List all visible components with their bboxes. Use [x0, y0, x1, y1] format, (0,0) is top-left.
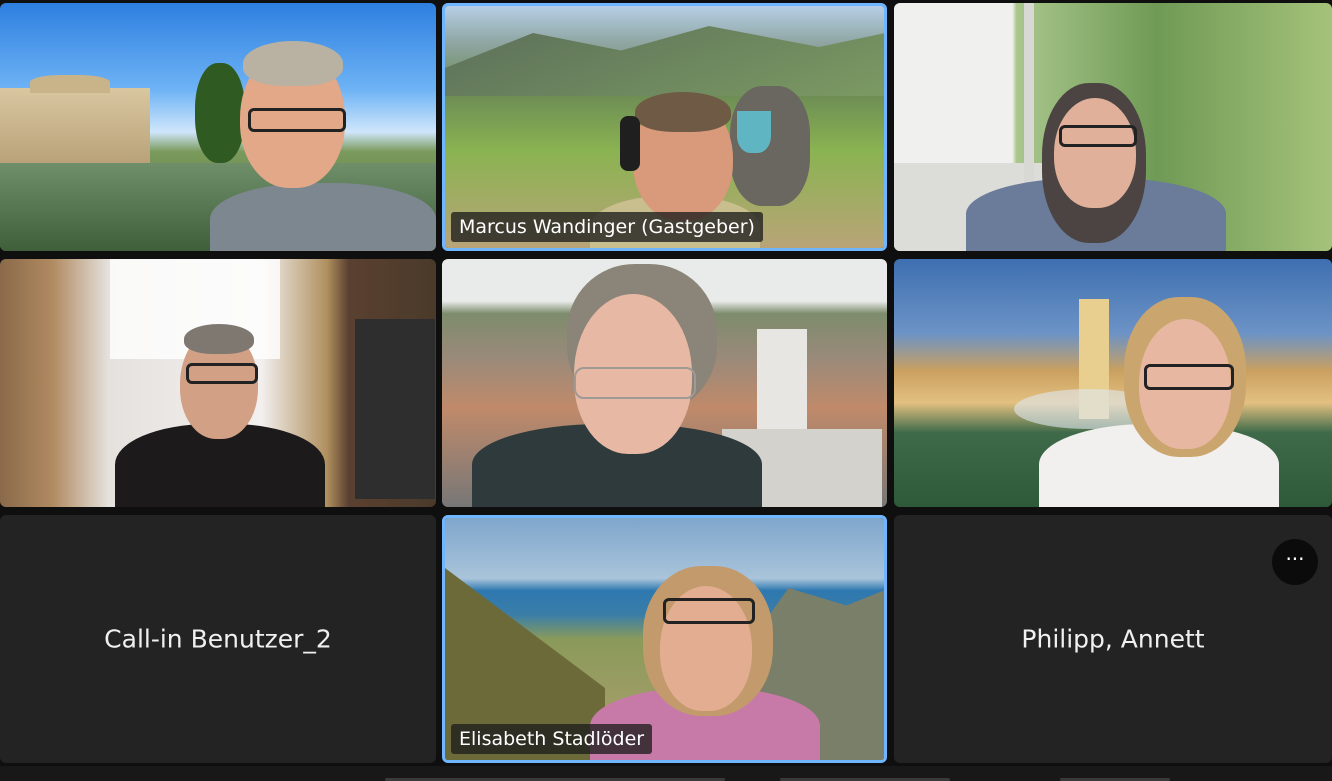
bottom-toolbar-edge — [0, 766, 1332, 781]
video-tile-1[interactable] — [0, 3, 436, 251]
more-options-button[interactable]: ··· — [1272, 539, 1318, 585]
participant-name: Elisabeth Stadlöder — [451, 724, 653, 754]
ellipsis-icon: ··· — [1285, 547, 1305, 571]
participant-tile-audio-only[interactable]: Philipp, Annett ··· — [894, 515, 1332, 763]
video-tile-3[interactable] — [894, 3, 1332, 251]
participant-name: Marcus Wandinger (Gastgeber) — [451, 212, 763, 242]
video-tile-2[interactable]: Marcus Wandinger (Gastgeber) — [442, 3, 887, 251]
participant-name: Call-in Benutzer_2 — [104, 624, 332, 654]
video-tile-8[interactable]: Elisabeth Stadlöder — [442, 515, 887, 763]
participant-name: Philipp, Annett — [1021, 624, 1205, 654]
video-tile-6[interactable] — [894, 259, 1332, 507]
video-tile-4[interactable] — [0, 259, 436, 507]
participant-tile-audio-only[interactable]: Call-in Benutzer_2 — [0, 515, 436, 763]
video-tile-5[interactable] — [442, 259, 887, 507]
